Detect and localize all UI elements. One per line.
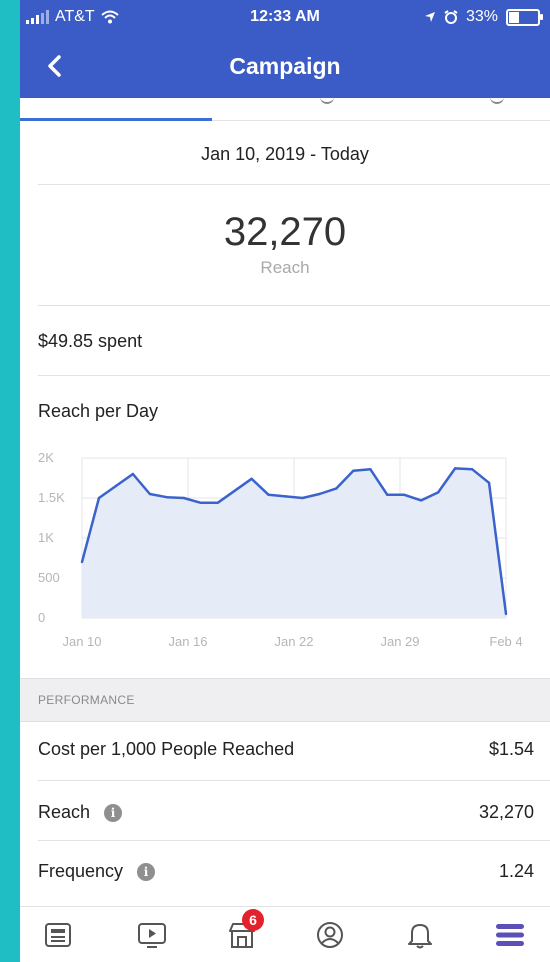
info-icon[interactable]: i xyxy=(137,862,156,881)
date-range-selector[interactable]: Jan 10, 2019 - Today xyxy=(20,144,550,165)
tab-notifications[interactable] xyxy=(396,915,444,955)
tab-active-indicator xyxy=(20,118,212,121)
metric-value: $1.54 xyxy=(488,739,534,759)
y-tick-label: 2K xyxy=(38,450,54,465)
data-point xyxy=(216,501,219,504)
data-point xyxy=(301,496,304,500)
metric-label: Frequency i xyxy=(38,861,156,882)
data-point xyxy=(250,477,253,480)
data-point xyxy=(318,492,321,496)
divider xyxy=(38,184,550,185)
notification-badge: 6 xyxy=(242,909,264,931)
y-tick-label: 1K xyxy=(38,530,54,545)
data-point xyxy=(386,493,389,496)
divider xyxy=(38,375,550,376)
divider xyxy=(38,840,550,841)
info-icon[interactable]: i xyxy=(104,803,123,822)
data-point xyxy=(131,472,135,476)
data-point xyxy=(420,499,423,502)
data-point xyxy=(80,560,84,564)
page-title: Campaign xyxy=(229,53,341,79)
tab-strip xyxy=(20,98,550,121)
data-point xyxy=(470,468,474,471)
alarm-icon xyxy=(444,10,458,24)
battery-icon xyxy=(506,8,543,26)
x-tick-label: Jan 29 xyxy=(380,634,419,649)
data-point xyxy=(369,468,372,471)
y-tick-label: 1.5K xyxy=(38,490,65,505)
data-point xyxy=(487,481,491,484)
data-point xyxy=(233,489,236,492)
tab-watch[interactable] xyxy=(128,915,176,955)
metric-label: Cost per 1,000 People Reached xyxy=(38,739,294,760)
metric-label-text: Reach xyxy=(38,802,91,822)
status-right: 33% xyxy=(424,8,543,26)
tab-menu[interactable] xyxy=(486,915,534,955)
bottom-tab-bar: 6 xyxy=(20,906,550,962)
reach-per-day-chart: 2K 1.5K 1K 500 0 Jan 10 Jan 16 Jan 22 Jan 29 Feb … xyxy=(38,450,523,649)
data-point xyxy=(165,496,168,499)
tab-marketplace[interactable]: 6 xyxy=(218,909,266,955)
metric-row-frequency[interactable]: Frequency i 1.24 xyxy=(20,842,550,902)
tab-label-fragment xyxy=(490,92,504,104)
data-point xyxy=(403,493,406,496)
data-point xyxy=(504,612,508,616)
data-point xyxy=(335,487,338,490)
x-tick-label: Feb 4 xyxy=(489,634,522,649)
amount-spent: $49.85 spent xyxy=(38,331,143,351)
x-tick-label: Jan 10 xyxy=(62,634,101,649)
y-tick-label: 0 xyxy=(38,610,45,625)
performance-header-label: PERFORMANCE xyxy=(38,693,135,707)
data-point xyxy=(114,484,118,488)
phone-screen: AT&T 12:33 AM 33% Campaign Jan 10, 2019 … xyxy=(20,0,550,962)
metric-label-text: Frequency xyxy=(38,861,124,881)
performance-section-header: PERFORMANCE xyxy=(20,678,550,722)
data-point xyxy=(267,493,270,496)
metric-label-text: Cost per 1,000 People Reached xyxy=(38,739,295,759)
data-point xyxy=(182,496,185,500)
metric-row-cost-per-1000[interactable]: Cost per 1,000 People Reached $1.54 xyxy=(20,720,550,780)
metric-row-reach[interactable]: Reach i 32,270 xyxy=(20,783,550,843)
metric-value: 32,270 xyxy=(478,802,534,822)
tab-label-fragment xyxy=(320,92,334,104)
data-point xyxy=(436,491,440,494)
data-point xyxy=(284,495,287,498)
data-point xyxy=(148,492,152,496)
news-feed-icon xyxy=(45,923,71,947)
data-point xyxy=(352,469,355,472)
metric-label: Reach i xyxy=(38,802,123,823)
navigation-bar: Campaign xyxy=(20,36,550,98)
reach-total-label: Reach xyxy=(260,258,310,277)
divider xyxy=(38,305,550,306)
menu-icon xyxy=(496,924,524,946)
location-arrow-icon xyxy=(424,12,435,22)
divider xyxy=(38,780,550,781)
x-tick-label: Jan 16 xyxy=(168,634,207,649)
chart-title: Reach per Day xyxy=(38,401,159,421)
notifications-icon xyxy=(408,924,432,949)
data-point xyxy=(199,501,202,504)
x-tick-label: Jan 22 xyxy=(274,634,313,649)
battery-percent: 33% xyxy=(465,8,498,25)
reach-total-value: 32,270 xyxy=(223,210,347,254)
data-point xyxy=(97,496,101,500)
data-point xyxy=(453,467,457,470)
tab-profile[interactable] xyxy=(306,915,354,955)
tab-news-feed[interactable] xyxy=(34,915,82,955)
watch-icon xyxy=(138,923,166,948)
profile-icon xyxy=(317,922,343,948)
metric-value: 1.24 xyxy=(498,861,534,881)
top-bar: AT&T 12:33 AM 33% Campaign xyxy=(20,0,550,98)
status-bar: AT&T 12:33 AM 33% xyxy=(20,0,550,36)
y-tick-label: 500 xyxy=(38,570,60,585)
